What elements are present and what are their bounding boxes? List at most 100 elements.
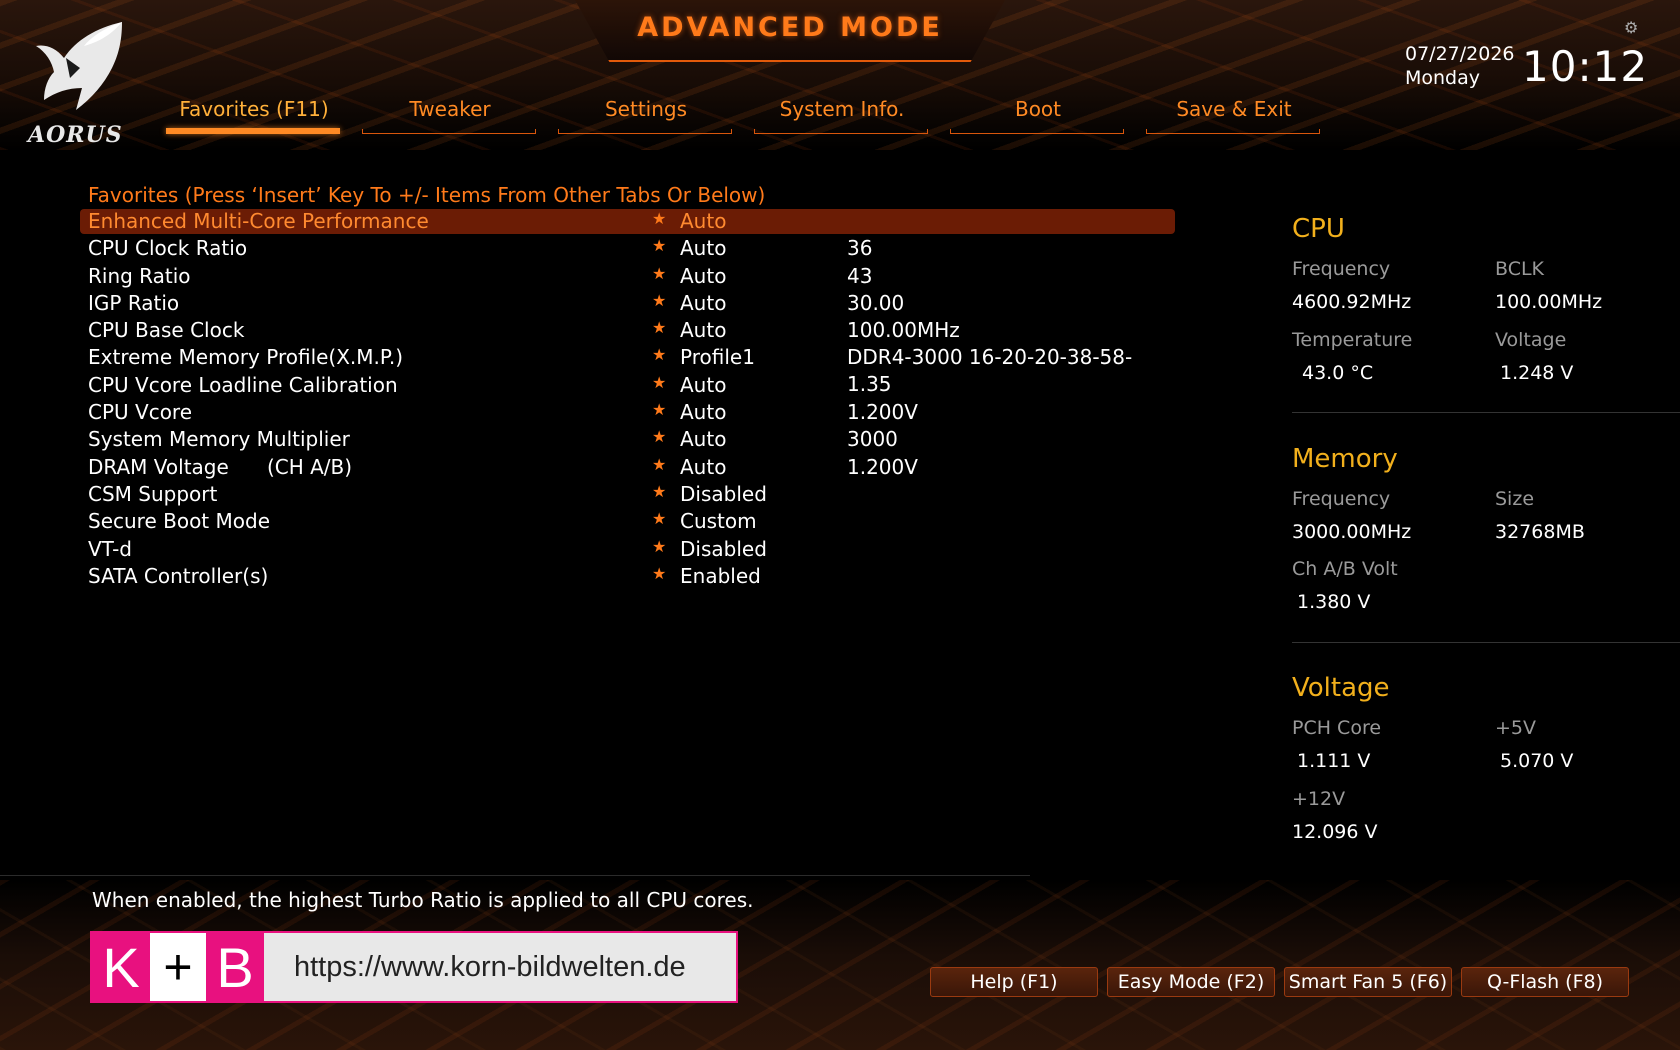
favorite-star-icon[interactable]: ★ bbox=[652, 314, 666, 341]
favorite-star-icon[interactable]: ★ bbox=[652, 478, 666, 505]
tab-settings[interactable]: Settings bbox=[558, 94, 734, 134]
setting-row[interactable]: Secure Boot Mode ★ Custom bbox=[80, 508, 1175, 535]
setting-value[interactable]: Auto bbox=[680, 372, 726, 399]
favorite-star-icon[interactable]: ★ bbox=[652, 396, 666, 423]
favorite-star-icon[interactable]: ★ bbox=[652, 287, 666, 314]
setting-current-value: 43 bbox=[847, 263, 873, 288]
setting-name: System Memory Multiplier bbox=[88, 427, 350, 452]
setting-row[interactable]: DRAM Voltage (CH A/B) ★ Auto 1.200V bbox=[80, 454, 1175, 481]
voltage-section-title: Voltage bbox=[1292, 673, 1390, 703]
setting-current-value: 1.200V bbox=[847, 454, 918, 479]
memory-chab-label: Ch A/B Volt bbox=[1292, 558, 1398, 580]
setting-value[interactable]: Disabled bbox=[680, 481, 767, 508]
setting-value[interactable]: Profile1 bbox=[680, 344, 755, 371]
tab-boot[interactable]: Boot bbox=[950, 94, 1126, 134]
favorite-star-icon[interactable]: ★ bbox=[652, 505, 666, 532]
setting-value[interactable]: Auto bbox=[680, 290, 726, 317]
tab-underline bbox=[754, 129, 928, 134]
aorus-logo: AORUS bbox=[26, 18, 138, 150]
watermark-b: B bbox=[206, 933, 264, 1001]
favorite-star-icon[interactable]: ★ bbox=[652, 451, 666, 478]
setting-row[interactable]: System Memory Multiplier ★ Auto 3000 bbox=[80, 426, 1175, 453]
setting-value[interactable]: Auto bbox=[680, 317, 726, 344]
setting-row[interactable]: CPU Vcore ★ Auto 1.200V bbox=[80, 399, 1175, 426]
setting-name: DRAM Voltage (CH A/B) bbox=[88, 454, 353, 479]
weekday-text: Monday bbox=[1405, 67, 1481, 89]
cpu-bclk-value: 100.00MHz bbox=[1495, 291, 1603, 313]
setting-name: VT-d bbox=[88, 536, 132, 561]
pch-core-value: 1.111 V bbox=[1297, 750, 1371, 772]
setting-current-value: 3000 bbox=[847, 427, 898, 452]
setting-value[interactable]: Auto bbox=[680, 399, 726, 426]
setting-value[interactable]: Auto bbox=[680, 454, 726, 481]
memory-size-value: 32768MB bbox=[1495, 521, 1585, 543]
tab-favorites[interactable]: Favorites (F11) bbox=[166, 94, 342, 134]
setting-row[interactable]: CPU Vcore Loadline Calibration ★ Auto bbox=[80, 372, 1175, 399]
plus5v-label: +5V bbox=[1495, 717, 1537, 739]
setting-value[interactable]: Auto bbox=[680, 263, 726, 290]
memory-chab-value: 1.380 V bbox=[1297, 591, 1371, 613]
mode-title: ADVANCED MODE bbox=[637, 12, 943, 43]
setting-current-value: 30.00 bbox=[847, 290, 905, 315]
favorite-star-icon[interactable]: ★ bbox=[652, 232, 666, 259]
plus5v-value: 5.070 V bbox=[1500, 750, 1574, 772]
favorite-star-icon[interactable]: ★ bbox=[652, 423, 666, 450]
setting-row[interactable]: Ring Ratio ★ Auto 43 bbox=[80, 263, 1175, 290]
memory-frequency-value: 3000.00MHz bbox=[1292, 521, 1412, 543]
plus12v-label: +12V bbox=[1292, 788, 1346, 810]
cpu-voltage-label: Voltage bbox=[1495, 329, 1567, 351]
help-divider bbox=[0, 875, 1030, 876]
time-display: 10:12 bbox=[1522, 42, 1649, 91]
setting-row[interactable]: Extreme Memory Profile(X.M.P.) ★ Profile1 D… bbox=[80, 341, 1175, 396]
q-flash-button[interactable]: Q-Flash (F8) bbox=[1461, 967, 1629, 997]
setting-value[interactable]: Disabled bbox=[680, 536, 767, 563]
setting-value[interactable]: Auto bbox=[680, 235, 726, 262]
setting-row[interactable]: CSM Support ★ Disabled bbox=[80, 481, 1175, 508]
setting-name: CPU Clock Ratio bbox=[88, 236, 248, 261]
tab-label: Save & Exit bbox=[1176, 97, 1292, 121]
tab-tweaker[interactable]: Tweaker bbox=[362, 94, 538, 134]
setting-value[interactable]: Enabled bbox=[680, 563, 761, 590]
favorite-star-icon[interactable]: ★ bbox=[652, 260, 666, 287]
aorus-eagle-icon bbox=[36, 22, 122, 110]
setting-name: Enhanced Multi-Core Performance bbox=[88, 209, 429, 233]
cpu-voltage-value: 1.248 V bbox=[1500, 362, 1574, 384]
setting-name: CSM Support bbox=[88, 481, 218, 506]
setting-name: Extreme Memory Profile(X.M.P.) bbox=[88, 345, 404, 370]
favorites-list: Enhanced Multi-Core Performance ★ Auto CPU … bbox=[80, 208, 1175, 590]
memory-size-label: Size bbox=[1495, 488, 1535, 510]
setting-row[interactable]: SATA Controller(s) ★ Enabled bbox=[80, 563, 1175, 590]
plus12v-value: 12.096 V bbox=[1292, 821, 1378, 843]
memory-frequency-label: Frequency bbox=[1292, 488, 1391, 510]
settings-gear-icon[interactable]: ⚙ bbox=[1624, 18, 1638, 37]
favorite-star-icon[interactable]: ★ bbox=[652, 205, 666, 232]
cpu-temperature-label: Temperature bbox=[1292, 329, 1413, 351]
cpu-temperature-value: 43.0 °C bbox=[1302, 362, 1374, 384]
tab-system-info[interactable]: System Info. bbox=[754, 94, 930, 134]
easy-mode-button[interactable]: Easy Mode (F2) bbox=[1107, 967, 1275, 997]
setting-name: IGP Ratio bbox=[88, 290, 180, 315]
setting-value[interactable]: Custom bbox=[680, 508, 757, 535]
setting-value[interactable]: Auto bbox=[680, 426, 726, 453]
setting-row[interactable]: IGP Ratio ★ Auto 30.00 bbox=[80, 290, 1175, 317]
tab-underline bbox=[362, 129, 536, 134]
tab-underline bbox=[1146, 129, 1320, 134]
tab-label: Settings bbox=[604, 97, 688, 121]
setting-current-value: 1.200V bbox=[847, 400, 918, 425]
pch-core-label: PCH Core bbox=[1292, 717, 1382, 739]
favorite-star-icon[interactable]: ★ bbox=[652, 341, 666, 368]
favorite-star-icon[interactable]: ★ bbox=[652, 533, 666, 560]
setting-row[interactable]: VT-d ★ Disabled bbox=[80, 536, 1175, 563]
section-divider bbox=[1292, 412, 1680, 413]
favorite-star-icon[interactable]: ★ bbox=[652, 560, 666, 587]
favorite-star-icon[interactable]: ★ bbox=[652, 369, 666, 396]
setting-row[interactable]: CPU Base Clock ★ Auto 100.00MHz bbox=[80, 317, 1175, 344]
setting-name: Ring Ratio bbox=[88, 263, 191, 288]
tab-label: Boot bbox=[1014, 97, 1062, 121]
smart-fan-button[interactable]: Smart Fan 5 (F6) bbox=[1284, 967, 1452, 997]
setting-row[interactable]: Enhanced Multi-Core Performance ★ Auto bbox=[80, 208, 1175, 235]
tab-save-exit[interactable]: Save & Exit bbox=[1146, 94, 1322, 134]
setting-row[interactable]: CPU Clock Ratio ★ Auto 36 bbox=[80, 235, 1175, 262]
setting-value[interactable]: Auto bbox=[680, 208, 726, 235]
help-button[interactable]: Help (F1) bbox=[930, 967, 1098, 997]
